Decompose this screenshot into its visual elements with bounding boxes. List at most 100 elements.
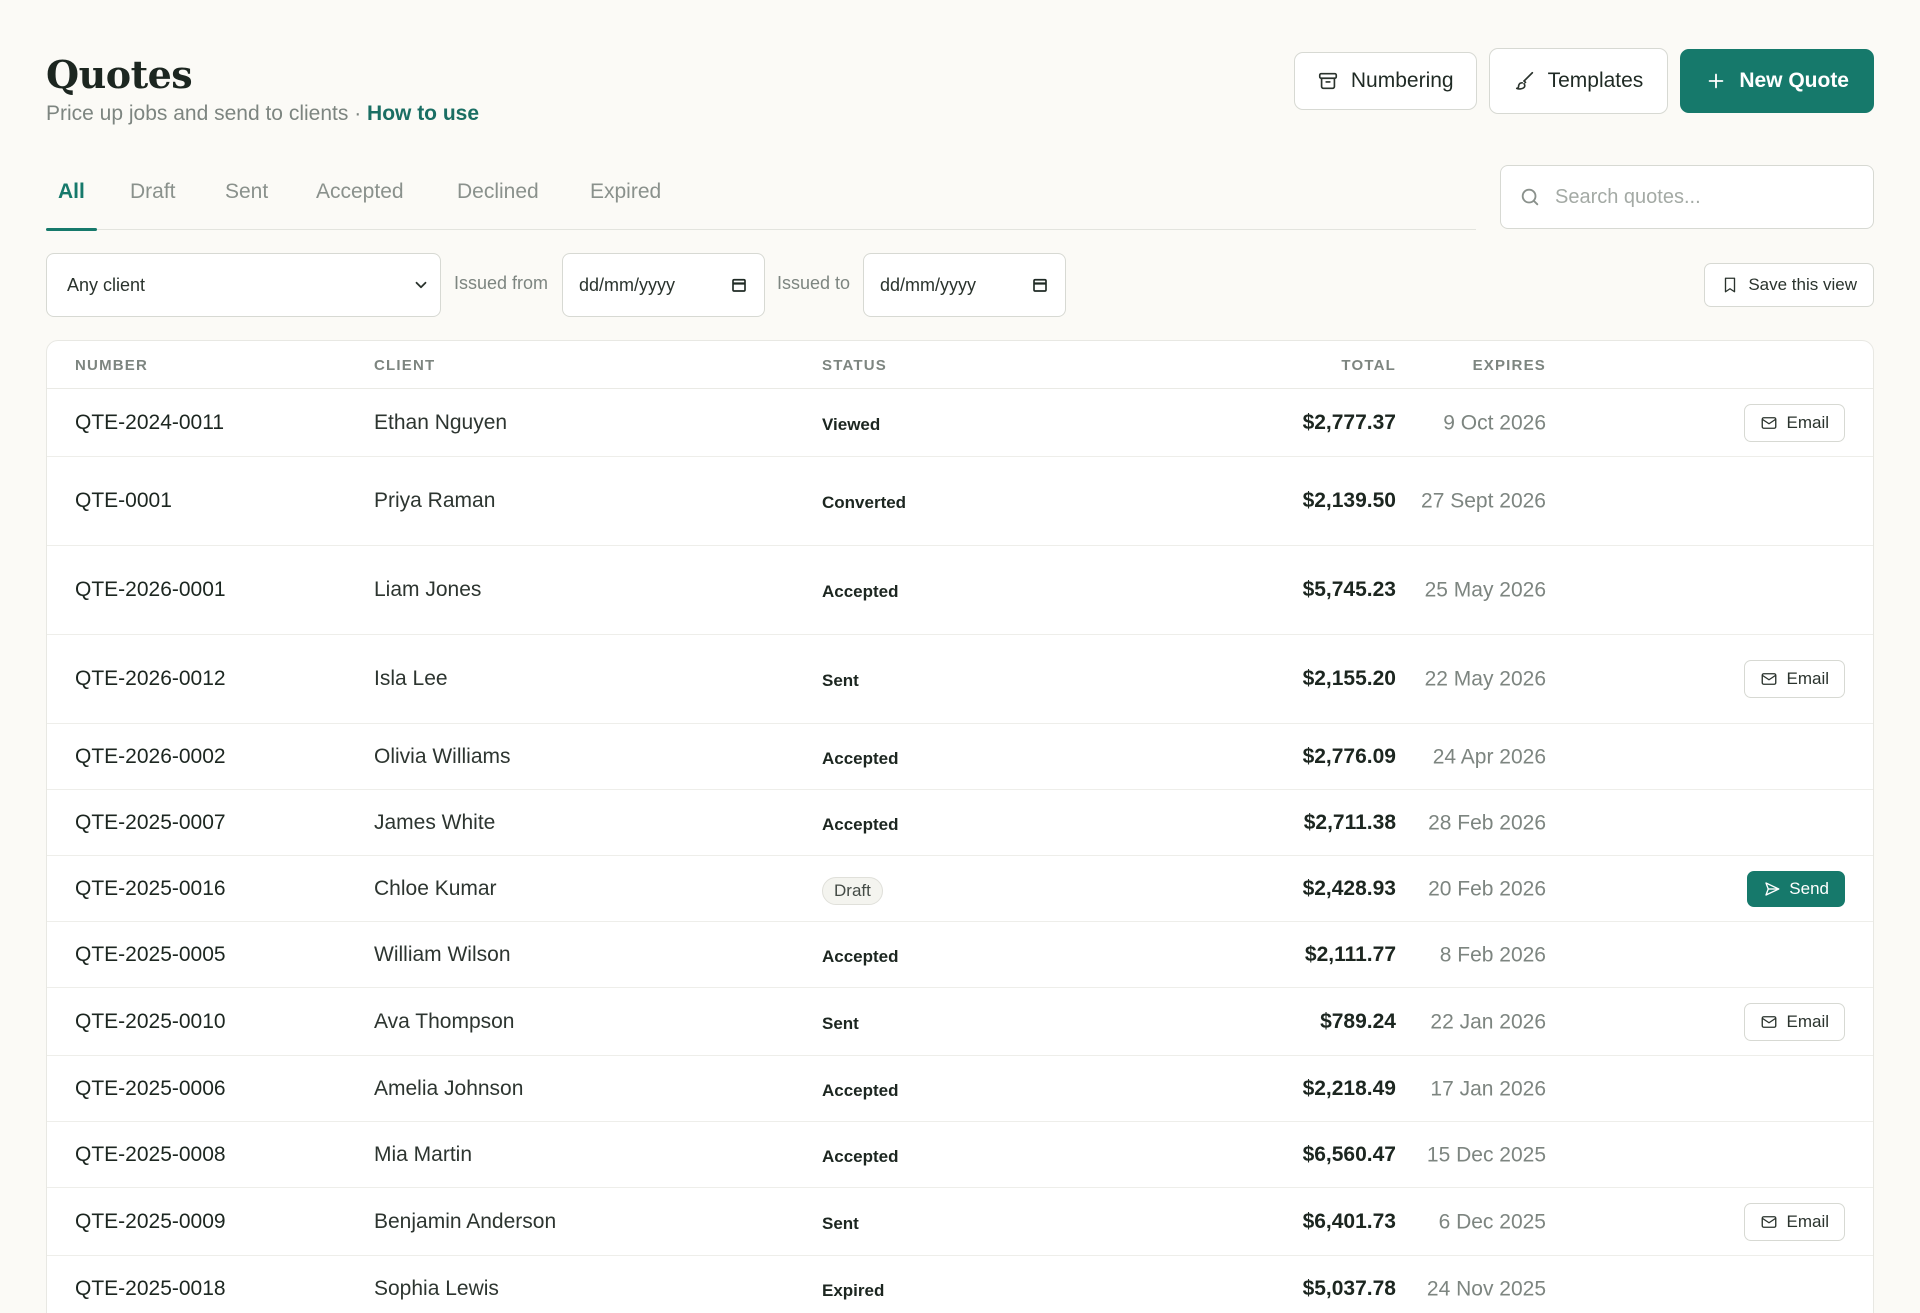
table-row[interactable]: QTE-2024-0011 Ethan Nguyen Viewed $2,777.37… bbox=[47, 389, 1873, 457]
issued-to-value: dd/mm/yyyy bbox=[880, 274, 977, 295]
numbering-button[interactable]: Numbering bbox=[1293, 52, 1477, 110]
expiry-date: 22 Jan 2026 bbox=[1430, 1010, 1546, 1033]
table-row[interactable]: QTE-2025-0018 Sophia Lewis Expired $5,037.7… bbox=[47, 1256, 1873, 1313]
client-select-value: Any client bbox=[67, 274, 146, 295]
new-quote-label: New Quote bbox=[1739, 69, 1849, 92]
status-badge: Draft bbox=[822, 876, 883, 905]
templates-button[interactable]: Templates bbox=[1488, 48, 1669, 114]
new-quote-button[interactable]: New Quote bbox=[1680, 49, 1874, 113]
page-title: Quotes bbox=[46, 52, 193, 97]
tab-expired[interactable]: Expired bbox=[590, 180, 661, 230]
quote-total: $5,037.78 bbox=[1302, 1276, 1396, 1300]
quote-number[interactable]: QTE-0001 bbox=[75, 489, 172, 513]
quote-number[interactable]: QTE-2025-0007 bbox=[75, 811, 226, 835]
quote-number[interactable]: QTE-2024-0011 bbox=[75, 411, 224, 435]
table-row[interactable]: QTE-2025-0006 Amelia Johnson Accepted $2,21… bbox=[47, 1056, 1873, 1122]
issued-from-value: dd/mm/yyyy bbox=[579, 274, 676, 295]
quote-number[interactable]: QTE-2025-0010 bbox=[75, 1010, 226, 1034]
expiry-date: 17 Jan 2026 bbox=[1430, 1077, 1546, 1100]
filter-bar: Any client Issued from dd/mm/yyyy Issued… bbox=[46, 253, 1874, 317]
calendar-icon[interactable] bbox=[1031, 276, 1049, 294]
tab-sent[interactable]: Sent bbox=[225, 180, 268, 230]
table-row[interactable]: QTE-2025-0008 Mia Martin Accepted $6,560.47… bbox=[47, 1122, 1873, 1188]
quote-number[interactable]: QTE-2025-0009 bbox=[75, 1210, 226, 1234]
status-badge: Sent bbox=[822, 671, 859, 690]
save-view-button[interactable]: Save this view bbox=[1704, 263, 1874, 307]
quote-number[interactable]: QTE-2025-0016 bbox=[75, 877, 226, 901]
status-badge: Accepted bbox=[822, 1146, 899, 1166]
subtitle-text: Price up jobs and send to clients bbox=[46, 102, 349, 125]
client-name: Sophia Lewis bbox=[374, 1276, 499, 1300]
quote-number[interactable]: QTE-2026-0001 bbox=[75, 578, 226, 602]
quote-number[interactable]: QTE-2025-0006 bbox=[75, 1077, 226, 1101]
search-box[interactable] bbox=[1500, 165, 1874, 229]
table-row[interactable]: QTE-2025-0010 Ava Thompson Sent $789.24 22 J… bbox=[47, 988, 1873, 1056]
how-to-use-link[interactable]: How to use bbox=[367, 102, 479, 125]
quote-number[interactable]: QTE-2026-0002 bbox=[75, 745, 226, 769]
status-badge: Viewed bbox=[822, 414, 881, 434]
table-row[interactable]: QTE-2025-0007 James White Accepted $2,711.3… bbox=[47, 790, 1873, 856]
column-status[interactable]: STATUS bbox=[822, 357, 887, 374]
quote-total: $789.24 bbox=[1320, 1009, 1396, 1033]
quote-number[interactable]: QTE-2026-0012 bbox=[75, 667, 226, 691]
table-row[interactable]: QTE-2026-0012 Isla Lee Sent $2,155.20 22 May… bbox=[47, 635, 1873, 724]
quotes-table: NUMBER CLIENT STATUS TOTAL EXPIRES QTE-2… bbox=[46, 340, 1874, 1313]
table-row[interactable]: QTE-2025-0016 Chloe Kumar Draft $2,428.93 20… bbox=[47, 856, 1873, 922]
table-row[interactable]: QTE-2026-0002 Olivia Williams Accepted $2,7… bbox=[47, 724, 1873, 790]
column-expires[interactable]: EXPIRES bbox=[1473, 357, 1546, 374]
client-name: Chloe Kumar bbox=[374, 876, 497, 900]
issued-from-input[interactable]: dd/mm/yyyy bbox=[562, 253, 765, 317]
quote-total: $2,111.77 bbox=[1304, 942, 1396, 966]
quote-total: $6,560.47 bbox=[1302, 1142, 1396, 1166]
row-actions: Send bbox=[1747, 870, 1845, 907]
client-name: Amelia Johnson bbox=[374, 1076, 524, 1100]
chevron-down-icon bbox=[415, 281, 427, 289]
expiry-date: 27 Sept 2026 bbox=[1421, 489, 1546, 513]
table-row[interactable]: QTE-2025-0009 Benjamin Anderson Sent $6,401… bbox=[47, 1188, 1873, 1256]
plus-icon bbox=[1708, 73, 1724, 89]
quote-total: $6,401.73 bbox=[1302, 1209, 1396, 1233]
email-button[interactable]: Email bbox=[1744, 1002, 1845, 1041]
issued-to-input[interactable]: dd/mm/yyyy bbox=[863, 253, 1066, 317]
email-button[interactable]: Email bbox=[1744, 660, 1845, 698]
expiry-date: 22 May 2026 bbox=[1424, 667, 1546, 691]
expiry-date: 6 Dec 2025 bbox=[1438, 1210, 1546, 1233]
client-name: Priya Raman bbox=[374, 489, 496, 512]
column-total[interactable]: TOTAL bbox=[1341, 357, 1396, 374]
expiry-date: 9 Oct 2026 bbox=[1443, 411, 1546, 434]
email-button[interactable]: Email bbox=[1744, 1202, 1845, 1241]
row-actions: Email bbox=[1744, 1202, 1845, 1241]
email-label: Email bbox=[1786, 1211, 1829, 1231]
quote-total: $2,777.37 bbox=[1302, 410, 1396, 434]
status-badge: Accepted bbox=[822, 946, 899, 966]
tab-draft[interactable]: Draft bbox=[130, 180, 176, 230]
column-client[interactable]: CLIENT bbox=[374, 357, 435, 374]
status-badge: Accepted bbox=[822, 582, 899, 601]
tab-all[interactable]: All bbox=[46, 180, 97, 231]
search-input[interactable] bbox=[1555, 185, 1845, 209]
tab-accepted[interactable]: Accepted bbox=[316, 180, 404, 230]
page-subtitle: Price up jobs and send to clients · How … bbox=[46, 102, 479, 126]
send-button[interactable]: Send bbox=[1747, 870, 1845, 907]
quote-number[interactable]: QTE-2025-0018 bbox=[75, 1277, 226, 1301]
tab-declined[interactable]: Declined bbox=[457, 180, 539, 230]
client-name: Ava Thompson bbox=[374, 1009, 515, 1033]
column-number[interactable]: NUMBER bbox=[75, 357, 148, 374]
expiry-date: 8 Feb 2026 bbox=[1439, 943, 1546, 966]
mail-icon bbox=[1762, 416, 1777, 429]
issued-from-label: Issued from bbox=[454, 273, 549, 293]
table-row[interactable]: QTE-0001 Priya Raman Converted $2,139.50 27 … bbox=[47, 457, 1873, 546]
table-row[interactable]: QTE-2025-0005 William Wilson Accepted $2,11… bbox=[47, 922, 1873, 988]
send-label: Send bbox=[1789, 878, 1829, 898]
quote-number[interactable]: QTE-2025-0008 bbox=[75, 1143, 226, 1167]
calendar-icon[interactable] bbox=[730, 276, 748, 294]
mail-icon bbox=[1762, 673, 1777, 685]
client-select[interactable]: Any client bbox=[46, 253, 441, 317]
table-row[interactable]: QTE-2026-0001 Liam Jones Accepted $5,745.23… bbox=[47, 546, 1873, 635]
status-badge: Converted bbox=[822, 493, 907, 512]
quote-number[interactable]: QTE-2025-0005 bbox=[75, 943, 226, 967]
client-name: Mia Martin bbox=[374, 1142, 473, 1166]
email-button[interactable]: Email bbox=[1744, 403, 1845, 442]
status-badge: Expired bbox=[822, 1280, 885, 1300]
client-name: Benjamin Anderson bbox=[374, 1209, 557, 1233]
